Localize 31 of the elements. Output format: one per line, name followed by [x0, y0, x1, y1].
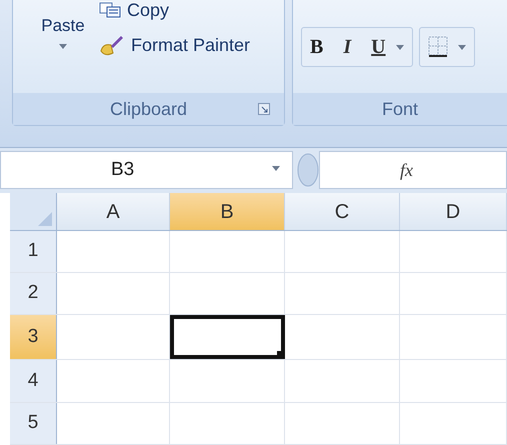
name-box[interactable]: B3 [0, 151, 293, 190]
row-header[interactable]: 4 [10, 360, 57, 402]
insert-function-button[interactable]: fx [400, 156, 413, 184]
active-cell[interactable] [170, 315, 285, 359]
caret-icon [59, 44, 67, 49]
paste-button[interactable]: Paste [33, 0, 93, 49]
format-painter-button[interactable]: Format Painter [99, 33, 250, 57]
paintbrush-icon [99, 33, 125, 57]
copy-icon [99, 2, 121, 18]
dropdown-icon [272, 166, 280, 172]
borders-button[interactable] [418, 27, 475, 67]
column-header[interactable]: D [400, 193, 507, 230]
column-header[interactable]: A [57, 193, 170, 230]
column-header[interactable]: B [170, 193, 285, 230]
triangle-icon [38, 212, 52, 226]
formula-field[interactable]: fx [319, 151, 507, 190]
copy-button[interactable]: Copy [99, 1, 250, 19]
caret-icon [458, 44, 466, 50]
group-label: Font [382, 98, 418, 120]
bold-button[interactable]: B [310, 32, 324, 62]
caret-icon [396, 44, 404, 50]
border-icon [428, 36, 448, 58]
row-header[interactable]: 3 [10, 315, 57, 359]
underline-button[interactable]: U [371, 32, 386, 62]
italic-button[interactable]: I [343, 32, 352, 62]
row-header[interactable]: 1 [10, 231, 57, 272]
dialog-launcher-icon[interactable] [258, 103, 270, 115]
row-header[interactable]: 5 [10, 403, 57, 444]
column-header[interactable]: C [285, 193, 400, 230]
group-label: Clipboard [110, 98, 188, 121]
row-header[interactable]: 2 [10, 273, 57, 314]
